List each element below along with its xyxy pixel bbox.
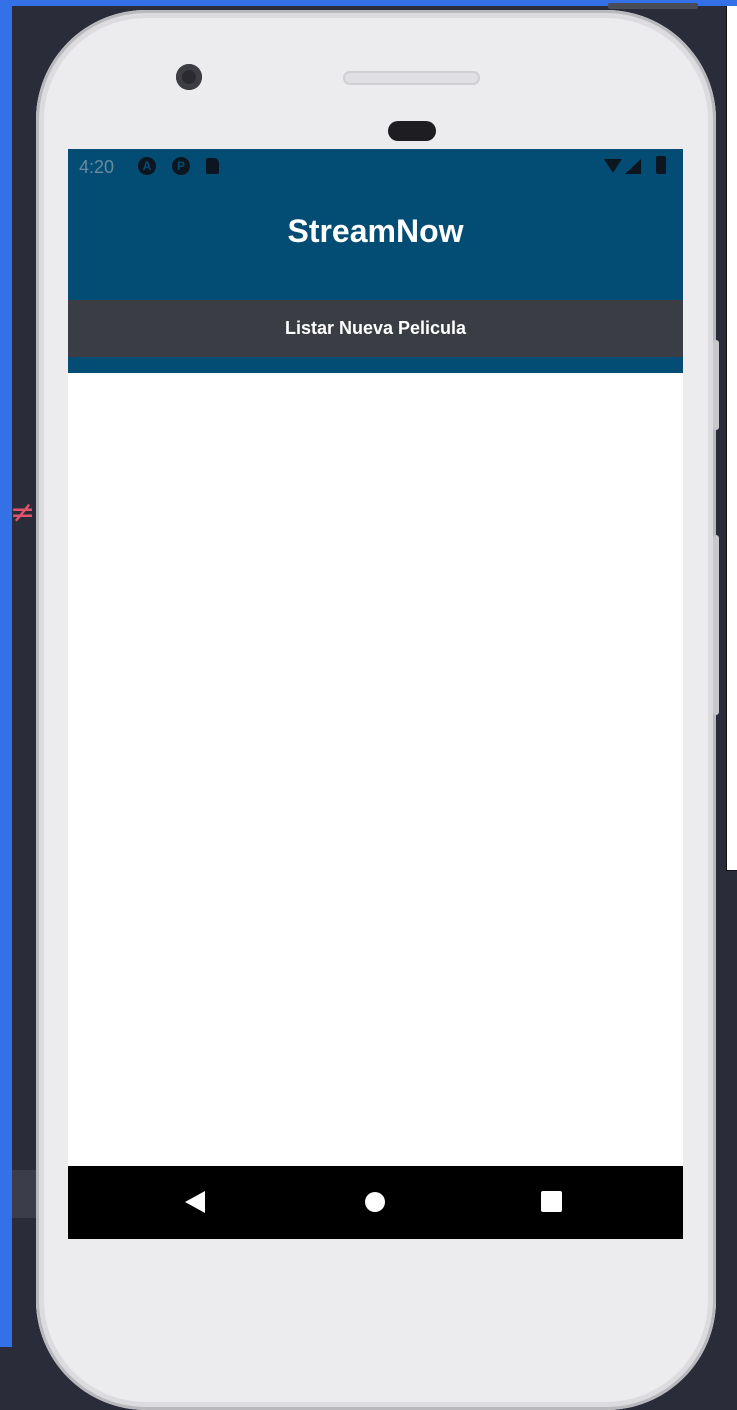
top-speaker	[343, 71, 480, 85]
ide-side-panel	[726, 6, 737, 871]
front-camera-icon	[176, 64, 202, 90]
list-new-movie-button[interactable]: Listar Nueva Pelicula	[68, 300, 683, 357]
back-icon[interactable]	[185, 1191, 205, 1213]
navigation-bar	[68, 1166, 683, 1239]
volume-button	[713, 535, 719, 715]
app-title: StreamNow	[287, 213, 464, 249]
notification-a-icon: A	[138, 157, 156, 175]
wifi-icon	[604, 159, 622, 173]
main-content	[68, 373, 683, 1166]
sd-card-icon	[206, 158, 219, 174]
device-screen: 4:20 A P StreamNow Listar Nueva Pelicula	[68, 149, 683, 1239]
notification-p-icon: P	[172, 157, 190, 175]
app-header: StreamNow	[68, 185, 683, 300]
home-icon[interactable]	[365, 1192, 385, 1212]
status-time: 4:20	[79, 157, 115, 177]
status-bar: 4:20 A P	[68, 149, 683, 185]
header-bottom-strip	[68, 357, 683, 373]
power-button	[713, 340, 719, 430]
ide-top-detail	[608, 3, 698, 9]
battery-icon	[656, 156, 666, 174]
earpiece	[388, 121, 436, 141]
not-equal-icon: ≠	[10, 495, 36, 530]
ide-left-strip	[0, 0, 12, 1347]
signal-icon	[625, 159, 641, 174]
recents-icon[interactable]	[541, 1191, 562, 1212]
